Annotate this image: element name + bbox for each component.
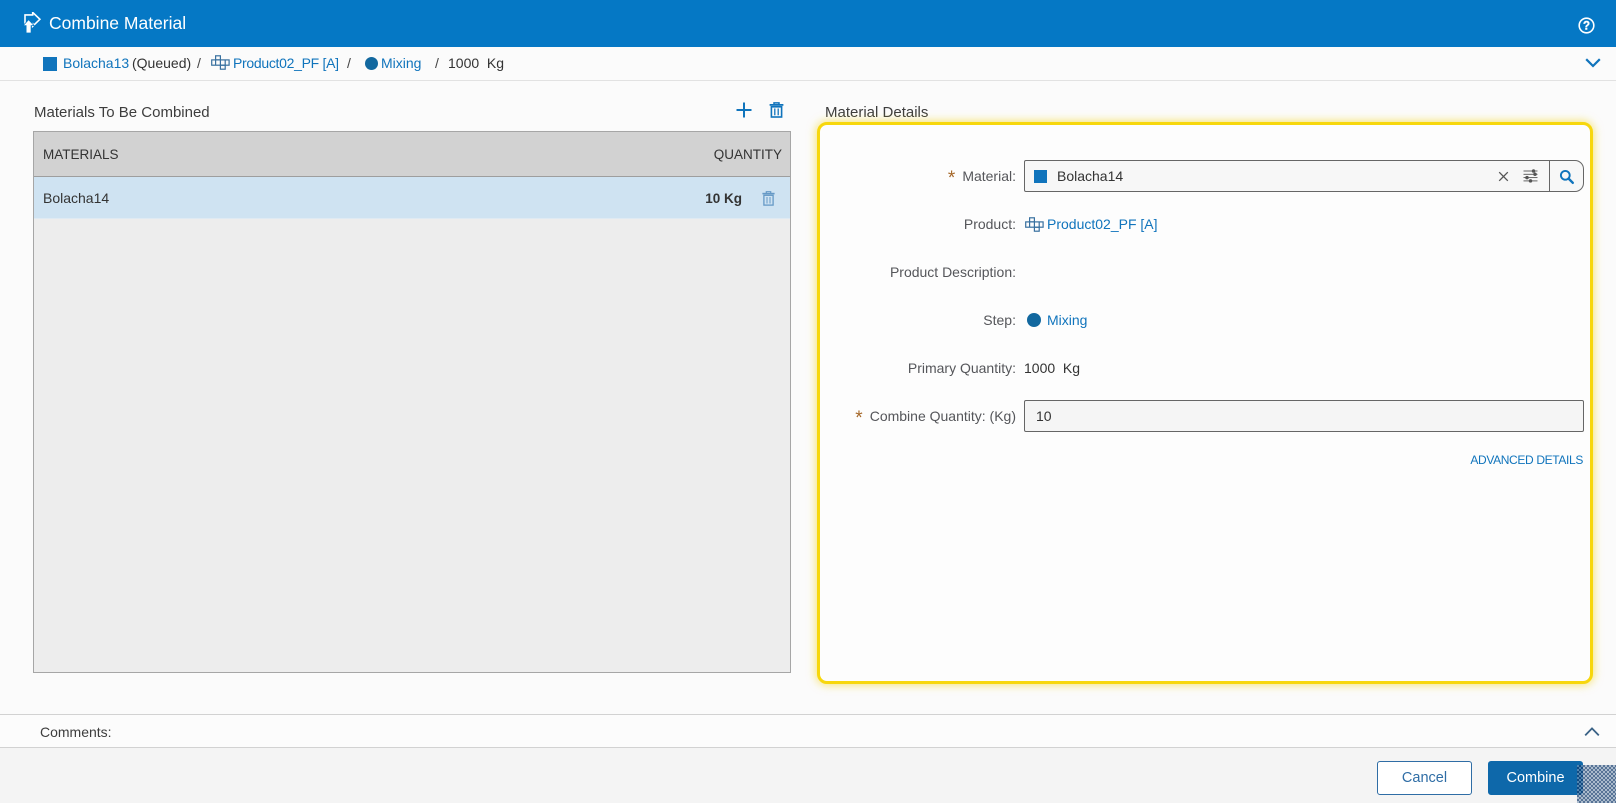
svg-text:?: ? <box>1583 21 1590 33</box>
